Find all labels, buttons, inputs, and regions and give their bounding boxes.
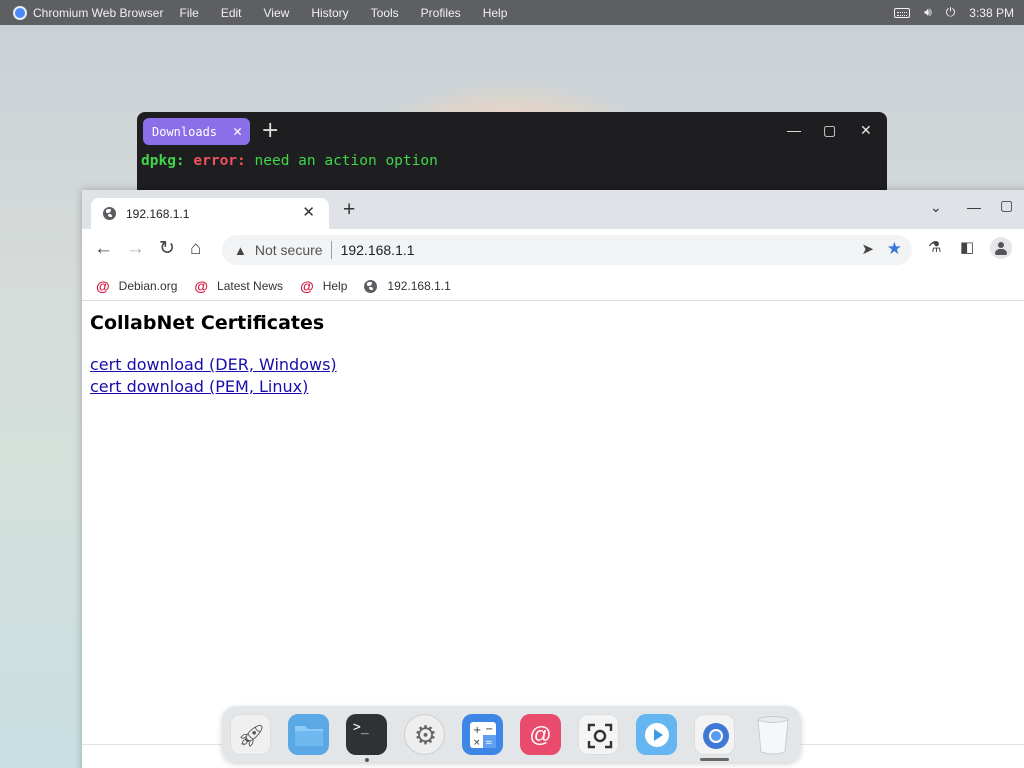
new-tab-icon[interactable]: + — [261, 118, 279, 143]
browser-tab[interactable]: 192.168.1.1 ✕ — [91, 198, 329, 229]
browser-toolbar: ← → ↻ ⌂ ▲ Not secure 192.168.1.1 ➤ ★ ⚗ ◧ — [82, 229, 1024, 272]
security-label[interactable]: Not secure — [255, 242, 323, 258]
gear-icon: ⚙ — [413, 720, 438, 750]
power-icon[interactable]: ⏻ — [946, 5, 956, 20]
divider — [330, 241, 332, 259]
active-indicator — [700, 758, 729, 761]
menu-tools[interactable]: Tools — [371, 6, 399, 20]
address-bar[interactable]: ▲ Not secure 192.168.1.1 ➤ ★ — [222, 235, 912, 265]
files-icon[interactable] — [288, 714, 329, 755]
tab-strip: 192.168.1.1 ✕ + ⌄ — ▢ — [82, 190, 1024, 229]
trash-icon[interactable] — [752, 714, 793, 755]
bookmark-debian[interactable]: @ Debian.org — [96, 278, 177, 294]
url-text[interactable]: 192.168.1.1 — [341, 242, 415, 258]
bookmarks-bar: @ Debian.org @ Latest News @ Help 192.16… — [82, 272, 1024, 301]
dock: 🚀︎ >_ ⚙ + − × = @ — [222, 706, 801, 762]
close-tab-icon[interactable]: ✕ — [302, 203, 315, 221]
browser-window: 192.168.1.1 ✕ + ⌄ — ▢ ← → ↻ ⌂ ▲ Not secu… — [82, 190, 1024, 768]
debian-swirl-icon: @ — [194, 278, 209, 294]
play-icon — [636, 714, 677, 755]
folder-icon — [288, 714, 329, 755]
calculator-icon[interactable]: + − × = — [462, 714, 503, 755]
output-prefix: dpkg: — [141, 153, 185, 169]
bookmark-label: 192.168.1.1 — [387, 279, 451, 293]
volume-icon[interactable]: 🔊︎ — [924, 5, 932, 20]
page-title: CollabNet Certificates — [90, 312, 325, 334]
new-tab-icon[interactable]: + — [343, 198, 355, 222]
bookmark-help[interactable]: @ Help — [300, 278, 347, 294]
reload-icon[interactable]: ↻ — [159, 239, 175, 259]
labs-flask-icon[interactable]: ⚗ — [928, 238, 941, 256]
close-icon[interactable]: ✕ — [233, 122, 242, 140]
system-tray: 🔊︎ ⏻ 3:38 PM — [894, 0, 1014, 25]
menu-history[interactable]: History — [311, 6, 348, 20]
maximize-icon[interactable]: ▢ — [823, 122, 836, 139]
chromium-app-icon — [13, 5, 27, 20]
tab-search-icon[interactable]: ⌄ — [930, 199, 942, 216]
globe-icon — [103, 207, 116, 220]
terminal-tab-label: Downloads — [152, 124, 218, 139]
maximize-icon[interactable]: ▢ — [1000, 197, 1013, 214]
svg-text:+: + — [473, 725, 481, 736]
output-message: need an action option — [245, 153, 438, 169]
profile-avatar-icon[interactable] — [990, 237, 1012, 259]
clock[interactable]: 3:38 PM — [969, 6, 1014, 20]
home-icon[interactable]: ⌂ — [190, 239, 201, 259]
close-window-icon[interactable]: ✕ — [860, 122, 872, 139]
side-panel-icon[interactable]: ◧ — [960, 238, 974, 256]
top-panel: Chromium Web Browser File Edit View Hist… — [0, 0, 1024, 25]
send-to-device-icon[interactable]: ➤ — [861, 240, 874, 258]
rocket-icon: 🚀︎ — [237, 722, 266, 748]
svg-text:=: = — [485, 738, 493, 748]
terminal-tab[interactable]: Downloads ✕ — [143, 118, 250, 145]
tab-title: 192.168.1.1 — [126, 206, 190, 221]
warning-icon[interactable]: ▲ — [234, 243, 247, 258]
bookmark-star-icon[interactable]: ★ — [887, 239, 902, 259]
minimize-icon[interactable]: — — [967, 199, 981, 215]
debian-swirl-icon: @ — [96, 278, 110, 294]
terminal-output-line: dpkg: error: need an action option — [141, 153, 438, 169]
bookmark-label: Latest News — [217, 279, 284, 293]
forward-icon[interactable]: → — [126, 239, 145, 259]
cert-der-link[interactable]: cert download (DER, Windows) — [90, 354, 1024, 376]
settings-icon[interactable]: ⚙ — [404, 714, 445, 755]
bookmark-label: Help — [322, 279, 348, 293]
menu-file[interactable]: File — [179, 6, 198, 20]
camera-icon — [579, 715, 620, 756]
bookmark-label: Debian.org — [118, 279, 178, 293]
globe-icon — [364, 279, 378, 293]
screenshot-icon[interactable] — [578, 714, 619, 755]
cert-pem-link[interactable]: cert download (PEM, Linux) — [90, 376, 1024, 398]
terminal-window: Downloads ✕ + — ▢ ✕ dpkg: error: need an… — [137, 112, 887, 202]
menu-edit[interactable]: Edit — [221, 6, 242, 20]
svg-text:×: × — [473, 738, 481, 748]
back-icon[interactable]: ← — [94, 239, 113, 259]
svg-text:−: − — [485, 724, 493, 735]
trash-bin-icon — [752, 714, 793, 755]
prompt-icon: >_ — [353, 720, 369, 735]
running-indicator — [365, 758, 369, 762]
debian-swirl-icon: @ — [300, 278, 314, 294]
bookmark-latest-news[interactable]: @ Latest News — [194, 278, 283, 294]
minimize-icon[interactable]: — — [787, 122, 801, 138]
calculator-glyph-icon: + − × = — [462, 714, 503, 755]
keyboard-icon[interactable] — [894, 7, 911, 18]
menu-help[interactable]: Help — [483, 6, 508, 20]
media-player-icon[interactable] — [636, 714, 677, 755]
bookmark-ip[interactable]: 192.168.1.1 — [364, 279, 451, 293]
menu-profiles[interactable]: Profiles — [421, 6, 461, 20]
terminal-app-icon[interactable]: >_ — [346, 714, 387, 755]
menu-view[interactable]: View — [264, 6, 290, 20]
debian-app-icon[interactable]: @ — [520, 714, 561, 755]
chromium-logo-icon — [695, 715, 736, 756]
chromium-dock-icon[interactable] — [694, 714, 735, 755]
page-content: CollabNet Certificates cert download (DE… — [82, 302, 1024, 752]
debian-swirl-icon: @ — [529, 721, 552, 747]
launcher-icon[interactable]: 🚀︎ — [230, 714, 271, 755]
output-error-word: error: — [193, 153, 246, 169]
active-app-name[interactable]: Chromium Web Browser — [33, 6, 163, 20]
